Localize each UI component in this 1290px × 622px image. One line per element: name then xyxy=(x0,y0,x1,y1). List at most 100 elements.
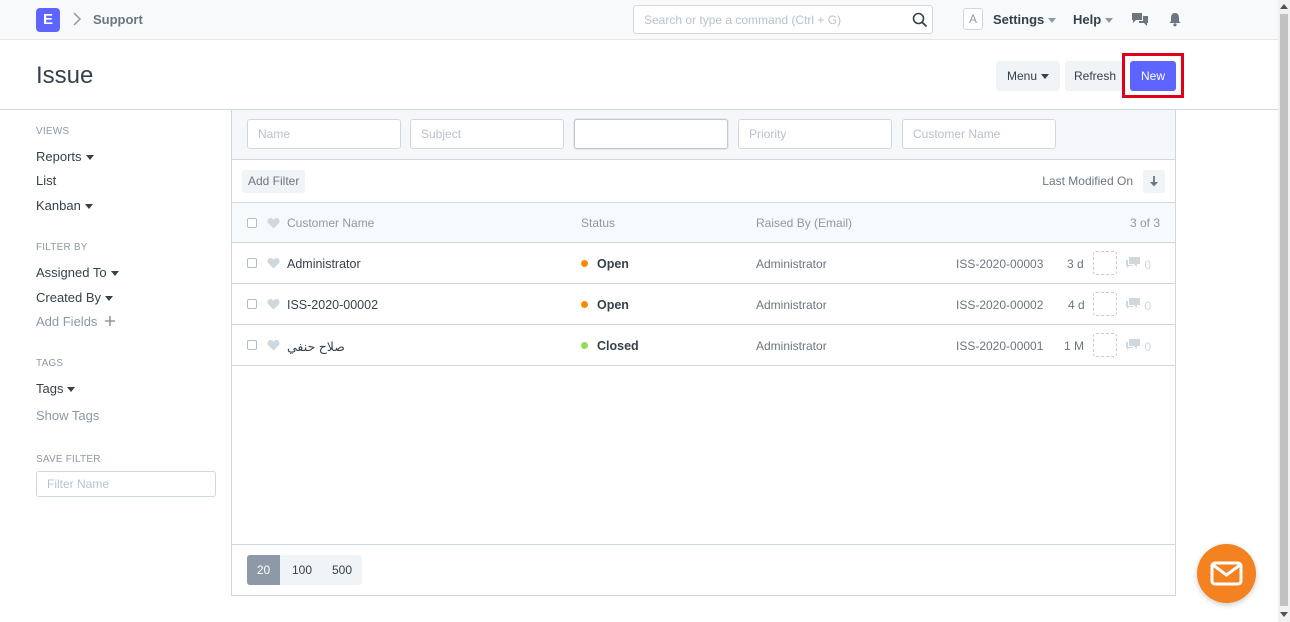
chevron-right-icon xyxy=(72,10,82,34)
add-fields-link[interactable]: Add Fields xyxy=(36,314,116,329)
help-label: Help xyxy=(1073,12,1102,27)
column-status: Status xyxy=(581,216,616,230)
assign-avatar-placeholder[interactable] xyxy=(1093,333,1117,357)
caret-down-icon xyxy=(67,387,76,393)
caret-down-icon xyxy=(84,204,93,210)
page-scrollbar[interactable] xyxy=(1278,0,1290,622)
sort-order-button[interactable] xyxy=(1143,170,1165,193)
breadcrumb[interactable]: Support xyxy=(93,12,143,27)
caret-down-icon xyxy=(1105,18,1114,24)
sidebar-item-reports[interactable]: Reports xyxy=(36,149,94,164)
add-filter-button[interactable]: Add Filter xyxy=(242,170,306,193)
heart-icon[interactable] xyxy=(267,257,280,272)
show-tags-link[interactable]: Show Tags xyxy=(36,408,99,423)
scroll-up-arrow[interactable] xyxy=(1280,4,1288,9)
status-indicator: Open xyxy=(581,257,629,271)
chat-icon[interactable] xyxy=(1131,12,1149,31)
filter-bar: Add Filter Last Modified On xyxy=(232,160,1175,203)
heart-icon[interactable] xyxy=(267,217,280,232)
plus-icon xyxy=(105,314,116,329)
select-all-checkbox[interactable] xyxy=(247,218,257,228)
comment-count: 0 xyxy=(1125,297,1151,313)
row-id[interactable]: ISS-2020-00003 xyxy=(956,257,1043,271)
refresh-button[interactable]: Refresh xyxy=(1065,61,1125,91)
assign-avatar-placeholder[interactable] xyxy=(1093,251,1117,275)
row-customer-name[interactable]: ISS-2020-00002 xyxy=(287,298,378,312)
page-size-100-button[interactable]: 100 xyxy=(283,555,321,585)
row-id[interactable]: ISS-2020-00001 xyxy=(956,339,1043,353)
caret-down-icon xyxy=(110,271,119,277)
bell-icon[interactable] xyxy=(1169,12,1181,30)
avatar[interactable]: A xyxy=(963,8,983,30)
row-modified: 4 d xyxy=(1068,298,1085,312)
comment-count-text: 0 xyxy=(1144,299,1152,313)
caret-down-icon xyxy=(105,296,114,302)
filter-name-input[interactable] xyxy=(36,471,216,497)
mail-icon xyxy=(1210,561,1243,586)
customer-name-filter-input[interactable] xyxy=(902,119,1056,149)
list-count: 3 of 3 xyxy=(1129,216,1160,230)
sidebar-item-assigned-to[interactable]: Assigned To xyxy=(36,265,119,280)
sidebar-item-kanban[interactable]: Kanban xyxy=(36,198,93,213)
settings-dropdown[interactable]: Settings xyxy=(993,12,1057,27)
search-icon[interactable] xyxy=(912,12,928,31)
page-head: Issue Menu Refresh New xyxy=(0,40,1278,110)
row-checkbox[interactable] xyxy=(247,258,257,268)
kanban-label: Kanban xyxy=(36,198,81,213)
caret-down-icon xyxy=(1048,18,1057,24)
row-customer-name[interactable]: صلاح حنفي xyxy=(287,339,345,354)
list-row[interactable]: صلاح حنفي Closed Administrator ISS-2020-… xyxy=(232,325,1175,366)
status-indicator: Closed xyxy=(581,339,639,353)
list-row[interactable]: Administrator Open Administrator ISS-202… xyxy=(232,243,1175,284)
row-customer-name[interactable]: Administrator xyxy=(287,257,361,271)
status-dot xyxy=(581,301,588,308)
caret-down-icon xyxy=(85,155,94,161)
scroll-down-arrow[interactable] xyxy=(1280,612,1288,617)
app-logo[interactable]: E xyxy=(36,8,60,32)
menu-button[interactable]: Menu xyxy=(996,61,1060,91)
status-text: Closed xyxy=(597,339,639,353)
status-filter-input[interactable] xyxy=(574,119,728,149)
sort-icon xyxy=(1150,176,1158,187)
column-customer-name: Customer Name xyxy=(287,216,375,230)
page-size-group: 20 100 500 xyxy=(247,555,362,585)
row-id[interactable]: ISS-2020-00002 xyxy=(956,298,1043,312)
comment-count: 0 xyxy=(1125,338,1151,354)
list-row[interactable]: ISS-2020-00002 Open Administrator ISS-20… xyxy=(232,284,1175,325)
page-size-20-button[interactable]: 20 xyxy=(247,555,280,585)
status-dot xyxy=(581,342,588,349)
search-input[interactable] xyxy=(634,6,904,33)
comment-icon xyxy=(1126,298,1140,309)
comment-icon xyxy=(1126,257,1140,268)
page-size-500-button[interactable]: 500 xyxy=(323,555,361,585)
sort-selector[interactable]: Last Modified On xyxy=(1042,174,1133,188)
list-panel: Add Filter Last Modified On Customer Nam… xyxy=(231,110,1176,596)
row-checkbox[interactable] xyxy=(247,340,257,350)
sidebar-item-list[interactable]: List xyxy=(36,173,56,188)
search-bar[interactable] xyxy=(633,5,933,34)
row-raised-by: Administrator xyxy=(756,257,827,271)
standard-filters xyxy=(232,110,1175,160)
save-filter-heading: SAVE FILTER xyxy=(36,454,101,465)
sidebar-item-created-by[interactable]: Created By xyxy=(36,290,114,305)
scroll-thumb[interactable] xyxy=(1280,14,1288,606)
subject-filter-input[interactable] xyxy=(410,119,564,149)
menu-label: Menu xyxy=(1006,69,1038,83)
views-heading: VIEWS xyxy=(36,126,70,137)
name-filter-input[interactable] xyxy=(247,119,401,149)
heart-icon[interactable] xyxy=(267,298,280,313)
assign-avatar-placeholder[interactable] xyxy=(1093,292,1117,316)
tags-heading: TAGS xyxy=(36,358,64,369)
status-dot xyxy=(581,260,588,267)
heart-icon[interactable] xyxy=(267,339,280,354)
comment-count: 0 xyxy=(1125,256,1151,272)
chat-support-button[interactable] xyxy=(1197,544,1256,603)
add-fields-label: Add Fields xyxy=(36,314,98,329)
column-raised-by: Raised By (Email) xyxy=(756,216,853,230)
row-checkbox[interactable] xyxy=(247,299,257,309)
sidebar-item-tags[interactable]: Tags xyxy=(36,381,76,396)
row-raised-by: Administrator xyxy=(756,298,827,312)
priority-filter-input[interactable] xyxy=(738,119,892,149)
help-dropdown[interactable]: Help xyxy=(1073,12,1114,27)
new-button-highlight xyxy=(1122,53,1184,98)
